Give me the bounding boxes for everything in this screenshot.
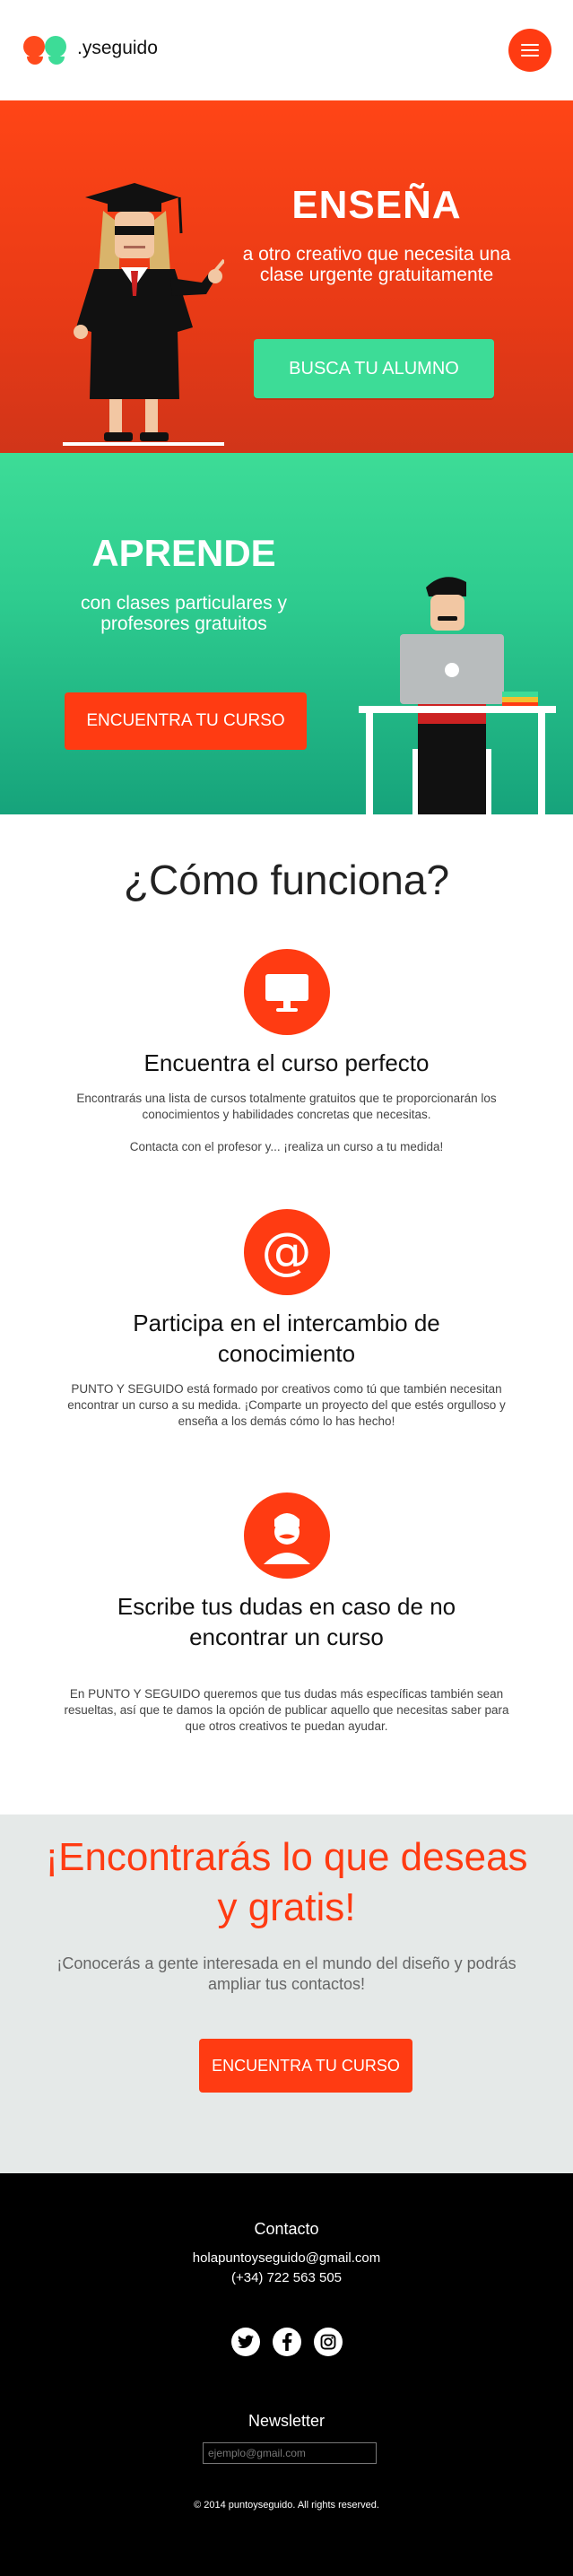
graduate-illustration bbox=[63, 183, 224, 446]
step-text: PUNTO Y SEGUIDO está formado por creativ… bbox=[67, 1382, 506, 1428]
hamburger-icon bbox=[521, 44, 539, 46]
newsletter-heading: Newsletter bbox=[247, 2412, 326, 2430]
step-title: Escribe tus dudas en caso de no encontra… bbox=[117, 1593, 456, 1650]
cta-subtitle: ¡Conocerás a gente interesada en el mund… bbox=[56, 1954, 517, 1993]
step-text-secondary: Contacta con el profesor y... ¡realiza u… bbox=[129, 1140, 444, 1153]
call-to-action: ¡Encontrarás lo que deseas y gratis! ¡Co… bbox=[0, 1815, 573, 2173]
site-header: .yseguido bbox=[0, 0, 573, 100]
find-course-button[interactable]: ENCUENTRA TU CURSO bbox=[65, 692, 307, 750]
step-exchange-knowledge: @ Participa en el intercambio de conocim… bbox=[0, 1209, 573, 1430]
user-mustache-icon bbox=[243, 1493, 330, 1579]
twitter-icon[interactable] bbox=[230, 2328, 260, 2356]
student-at-desk-illustration bbox=[359, 577, 556, 814]
brand-name[interactable]: .yseguido bbox=[77, 38, 158, 59]
social-links bbox=[0, 2328, 573, 2356]
hero-learn-subtitle: con clases particulares y profesores gra… bbox=[81, 593, 287, 634]
hero-teach-title: ENSEÑA bbox=[291, 183, 462, 227]
hero-learn-title: APRENDE bbox=[91, 532, 276, 574]
hero-teach: ENSEÑA a otro creativo que necesita una … bbox=[0, 100, 573, 453]
cta-title: ¡Encontrarás lo que deseas y gratis! bbox=[45, 1835, 528, 1929]
step-text: En PUNTO Y SEGUIDO queremos que tus duda… bbox=[64, 1687, 509, 1733]
step-ask-questions: Escribe tus dudas en caso de no encontra… bbox=[0, 1493, 573, 1735]
hero-teach-subtitle: a otro creativo que necesita una clase u… bbox=[242, 244, 511, 285]
contact-phone[interactable]: (+34) 722 563 505 bbox=[0, 2270, 573, 2285]
step-title: Encuentra el curso perfecto bbox=[143, 1049, 430, 1076]
step-find-course: Encuentra el curso perfecto Encontrarás … bbox=[0, 949, 573, 1155]
find-student-button[interactable]: BUSCA TU ALUMNO bbox=[254, 339, 494, 398]
site-footer: Contacto holapuntoyseguido@gmail.com (+3… bbox=[0, 2173, 573, 2576]
newsletter-email-input[interactable] bbox=[203, 2442, 377, 2464]
copyright: © 2014 puntoyseguido. All rights reserve… bbox=[194, 2500, 379, 2511]
facebook-icon[interactable] bbox=[272, 2328, 301, 2356]
menu-button[interactable] bbox=[508, 29, 551, 72]
hero-learn: APRENDE con clases particulares y profes… bbox=[0, 453, 573, 814]
logo[interactable] bbox=[23, 32, 68, 68]
step-title: Participa en el intercambio de conocimie… bbox=[133, 1310, 440, 1367]
how-title: ¿Cómo funciona? bbox=[123, 857, 450, 903]
step-text: Encontrarás una lista de cursos totalmen… bbox=[76, 1092, 497, 1121]
cta-find-course-button[interactable]: ENCUENTRA TU CURSO bbox=[199, 2039, 412, 2093]
monitor-icon bbox=[243, 949, 330, 1035]
at-icon: @ bbox=[243, 1209, 330, 1295]
how-it-works: ¿Cómo funciona? Encuentra el curso perfe… bbox=[0, 814, 573, 1815]
instagram-icon[interactable] bbox=[313, 2328, 343, 2356]
contact-email[interactable]: holapuntoyseguido@gmail.com bbox=[0, 2250, 573, 2266]
contact-heading: Contacto bbox=[254, 2220, 319, 2238]
